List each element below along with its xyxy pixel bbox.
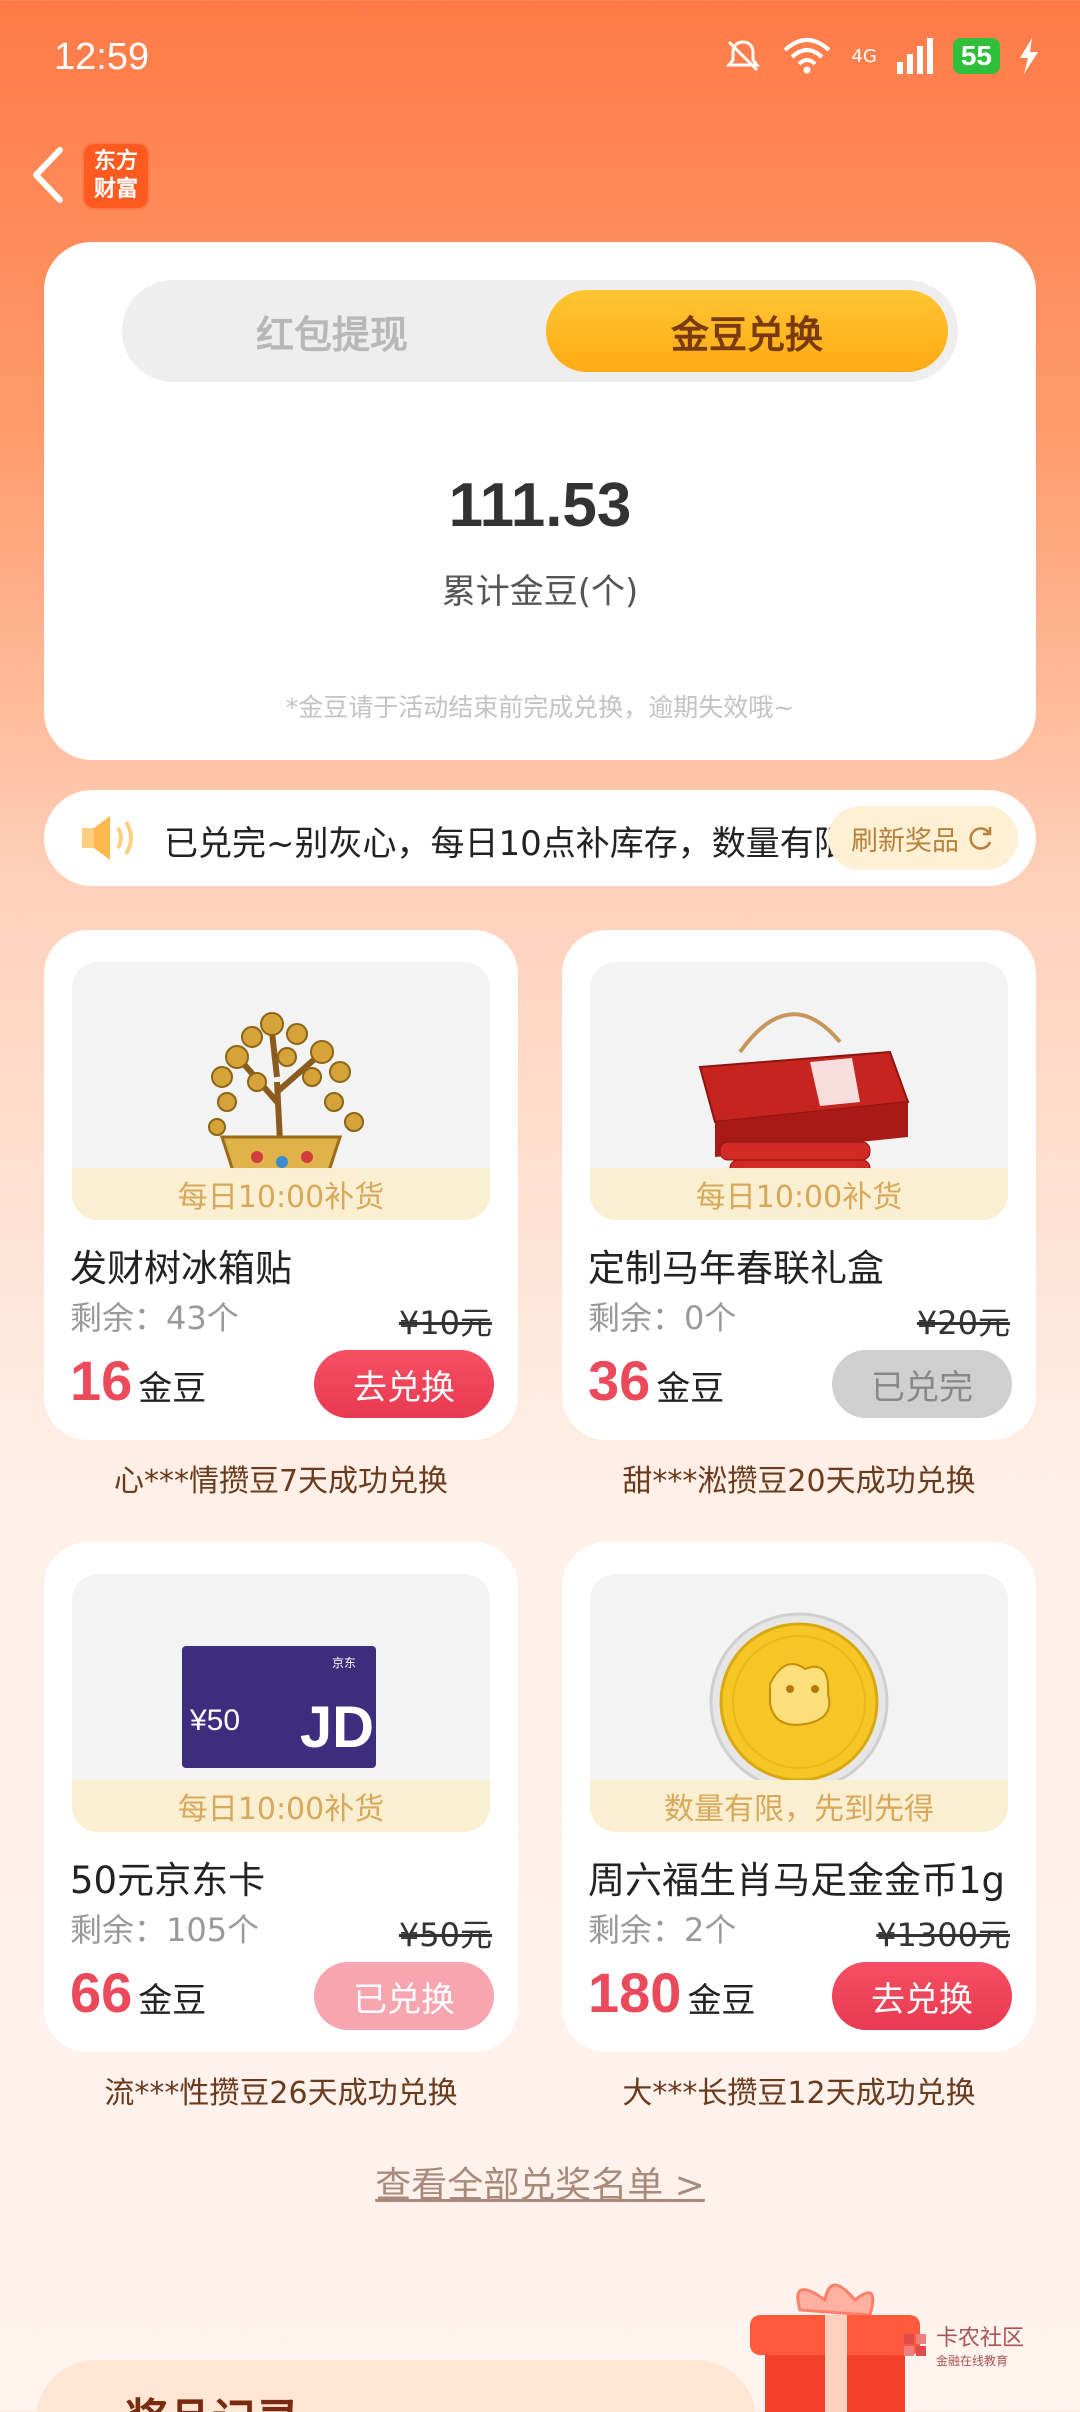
exchanged-button[interactable]: 已兑换 [314,1962,494,2030]
exchange-button[interactable]: 去兑换 [314,1350,494,1418]
product-title: 周六福生肖马足金金币1g [588,1859,1006,1902]
status-bar: 12:59 4G 55 [0,0,1080,120]
product-card[interactable]: 京东 ¥50 JD 每日10:00补货 50元京东卡 剩余：105个 ¥50元 … [44,1542,518,2052]
watermark-subtext: 金融在线教育 [936,2354,1009,2368]
back-button[interactable] [22,140,82,210]
product-card[interactable]: 每日10:00补货 定制马年春联礼盒 剩余：0个 ¥20元 36 金豆 已兑完 [562,930,1036,1440]
mute-bell-icon [726,40,761,72]
product-stock: 剩余：0个 [588,1299,737,1337]
product-original-price: ¥50元 [398,1916,492,1954]
jd-card-tag: 京东 [331,1656,356,1670]
view-all-winners-link[interactable]: 查看全部兑奖名单 > [0,2156,1080,2208]
notice-text: 已兑完~别灰心，每日10点补库存，数量有限 [164,824,848,864]
product-ribbon: 每日10:00补货 [590,1168,1008,1220]
product-image: 每日10:00补货 [590,962,1008,1220]
logo-line2: 财富 [93,177,138,202]
product-stock: 剩余：105个 [70,1911,260,1949]
product-original-price: ¥10元 [398,1304,492,1342]
product-image: 数量有限，先到先得 [590,1574,1008,1832]
battery-level: 55 [952,38,1000,74]
product-title: 50元京东卡 [70,1859,266,1902]
product-ribbon: 数量有限，先到先得 [590,1780,1008,1832]
price-unit: 金豆 [138,1981,207,2021]
product-image: 每日10:00补货 [72,962,490,1220]
exchange-caption: 大***长攒豆12天成功兑换 [622,2076,976,2111]
product-ribbon: 每日10:00补货 [72,1780,490,1832]
product-ribbon: 每日10:00补货 [72,1168,490,1220]
bean-note: *金豆请于活动结束前完成兑换，逾期失效哦~ [285,693,795,722]
status-icons: 4G 55 [723,36,1040,76]
exchange-caption: 甜***淞攒豆20天成功兑换 [622,1464,976,1499]
product-stock: 剩余：2个 [588,1911,737,1949]
status-time: 12:59 [54,36,150,78]
product-title: 发财树冰箱贴 [70,1247,292,1290]
product-price: 66 金豆 [70,1960,206,2025]
exchange-caption: 心***情攒豆7天成功兑换 [113,1464,449,1499]
refresh-icon [969,827,992,850]
app-logo: 东方 财富 [82,142,150,210]
summary-card: 红包提现 金豆兑换 111.53 累计金豆(个) *金豆请于活动结束前完成兑换，… [44,242,1036,760]
product-image: 京东 ¥50 JD 每日10:00补货 [72,1574,490,1832]
price-unit: 金豆 [687,1981,756,2021]
watermark: 卡农社区 金融在线教育 [900,2320,1024,2369]
exchange-caption: 流***性攒豆26天成功兑换 [104,2076,458,2111]
price-unit: 金豆 [656,1369,725,1409]
product-price: 16 金豆 [70,1348,206,1413]
wifi-icon [784,38,831,74]
refresh-label: 刷新奖品 [851,825,959,857]
jd-card-brand: JD [299,1695,374,1760]
charging-icon [1020,38,1038,74]
price-number: 16 [70,1349,133,1412]
product-original-price: ¥20元 [916,1304,1010,1342]
price-unit: 金豆 [138,1369,207,1409]
tab-bean-exchange[interactable]: 金豆兑换 [546,290,948,372]
network-type: 4G [851,45,877,67]
product-card[interactable]: 每日10:00补货 发财树冰箱贴 剩余：43个 ¥10元 16 金豆 去兑换 [44,930,518,1440]
exchange-button[interactable]: 去兑换 [832,1962,1012,2030]
product-price: 36 金豆 [588,1348,724,1413]
tab-red-packet[interactable]: 红包提现 [132,290,532,372]
price-number: 180 [588,1961,682,2024]
watermark-text: 卡农社区 [936,2326,1025,2351]
speaker-icon [82,816,133,860]
jd-card-value: ¥50 [190,1704,241,1737]
refresh-prizes-button[interactable]: 刷新奖品 [828,806,1018,870]
product-price: 180 金豆 [588,1960,755,2025]
watermark-logo-icon [904,2333,926,2356]
chevron-left-icon [33,147,63,203]
product-card[interactable]: 数量有限，先到先得 周六福生肖马足金金币1g 剩余：2个 ¥1300元 180 … [562,1542,1036,2052]
product-stock: 剩余：43个 [70,1299,239,1337]
notice-bar: 已兑完~别灰心，每日10点补库存，数量有限 刷新奖品 [44,790,1036,886]
prize-records-card[interactable]: 奖品记录 [36,2360,756,2412]
product-title: 定制马年春联礼盒 [588,1247,884,1290]
price-number: 36 [588,1349,651,1412]
product-original-price: ¥1300元 [876,1916,1010,1954]
tab-bar: 红包提现 金豆兑换 [122,280,958,382]
bean-amount: 111.53 [448,471,632,540]
sold-out-button[interactable]: 已兑完 [832,1350,1012,1418]
price-number: 66 [70,1961,133,2024]
logo-line1: 东方 [93,149,138,174]
signal-icon [896,38,933,74]
jd-card-image: 京东 ¥50 JD [182,1646,376,1768]
bean-label: 累计金豆(个) [441,572,639,612]
prize-records-title: 奖品记录 [124,2384,300,2412]
